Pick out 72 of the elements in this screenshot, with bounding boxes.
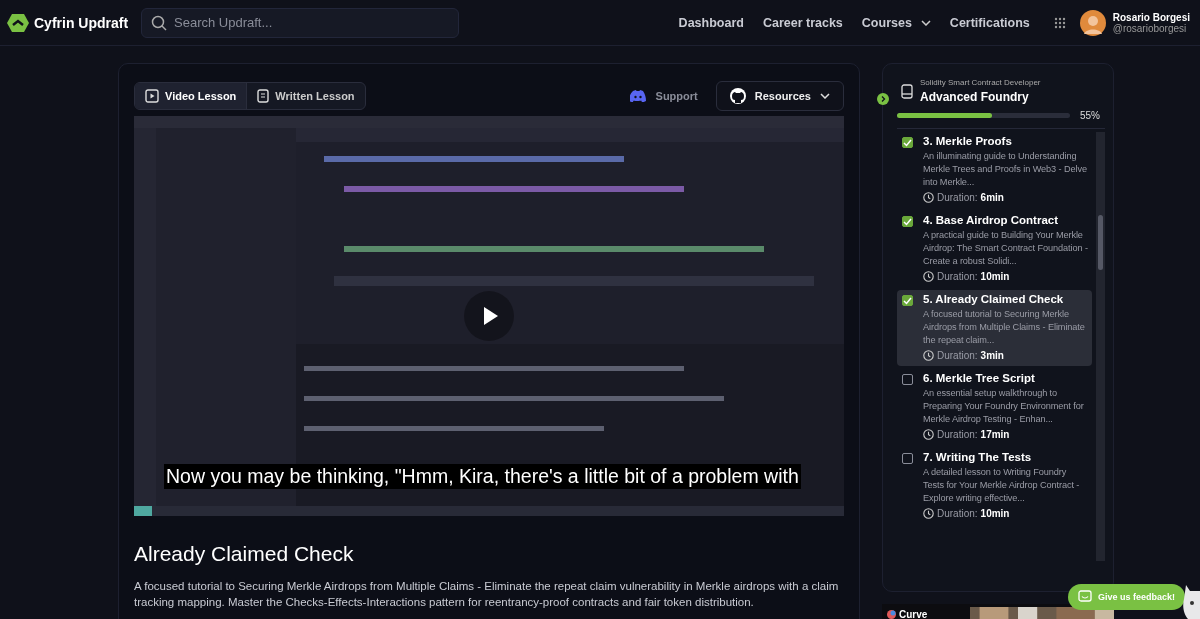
lesson-item[interactable]: 4. Base Airdrop Contract A practical guide to Building Your Merkle Airdrop: The Smart Contract Foundation - Create a robust Solidi... Duration: 10min bbox=[897, 211, 1092, 287]
checkbox[interactable] bbox=[902, 216, 913, 227]
duration-value: 10min bbox=[980, 508, 1010, 519]
resources-button[interactable]: Resources bbox=[715, 81, 844, 111]
support-link[interactable]: Support bbox=[629, 90, 698, 102]
course-track: Solidity Smart Contract Developer bbox=[920, 78, 1041, 87]
clock-icon bbox=[923, 429, 934, 440]
brand-name[interactable]: Cyfrin Updraft bbox=[34, 14, 129, 31]
lesson-item-title: 5. Already Claimed Check bbox=[923, 293, 1065, 305]
apps-grid-icon[interactable] bbox=[1053, 16, 1066, 29]
duration-value: 3min bbox=[980, 350, 1004, 361]
lesson-item[interactable]: 3. Merkle Proofs An illuminating guide to Understanding Merkle Trees and Proofs in Web3 - Delve into Merkle... Duration: 6min bbox=[897, 132, 1092, 208]
search-icon bbox=[151, 14, 167, 31]
avatar[interactable] bbox=[1079, 9, 1106, 36]
lesson-item-summary: A focused tutorial to Securing Merkle Airdrops from Multiple Claims - Eliminate the repeat claim... bbox=[923, 308, 1086, 347]
lesson-item-summary: A detailed lesson to Writing Foundry Tests for Your Merkle Airdrop Contract - Explore writing effective... bbox=[923, 466, 1081, 505]
lesson-item[interactable]: 5. Already Claimed Check A focused tutorial to Securing Merkle Airdrops from Multiple Claims - Eliminate the repeat claim... Duration: 3min bbox=[897, 290, 1092, 366]
lesson-item-title: 3. Merkle Proofs bbox=[923, 135, 1013, 147]
lesson-tab[interactable]: Video Lesson bbox=[135, 83, 247, 109]
github-icon bbox=[729, 88, 746, 104]
curve-logo-icon bbox=[887, 609, 896, 619]
lesson-item-summary: An essential setup walkthrough to Preparing Your Foundry Environment for Merkle Airdrop Testing - Enhan... bbox=[923, 387, 1085, 426]
lesson-title: Already Claimed Check bbox=[134, 542, 355, 566]
clock-icon bbox=[923, 508, 934, 519]
lesson-item[interactable]: 6. Merkle Tree Script An essential setup walkthrough to Preparing Your Foundry Environment for Merkle Airdrop Testing - Enhan... Duration: 17min bbox=[897, 369, 1092, 445]
logo-icon bbox=[7, 12, 29, 33]
clock-icon bbox=[923, 350, 934, 361]
checkbox[interactable] bbox=[902, 295, 913, 306]
play-icon bbox=[145, 89, 159, 103]
lesson-tab[interactable]: Written Lesson bbox=[246, 83, 365, 109]
progress-percent: 55% bbox=[1080, 110, 1100, 121]
lesson-item[interactable]: 7. Writing The Tests A detailed lesson to Writing Foundry Tests for Your Merkle Airdrop Contract - Explore writing effective... Duration: 10min bbox=[897, 448, 1092, 524]
duration-label: Duration: bbox=[937, 350, 978, 361]
expand-icon[interactable] bbox=[877, 93, 889, 105]
book-icon bbox=[901, 83, 913, 99]
lesson-item-summary: A practical guide to Building Your Merkle Airdrop: The Smart Contract Foundation - Create a robust Solidi... bbox=[923, 229, 1088, 268]
discord-icon bbox=[629, 90, 646, 102]
ad-banner[interactable]: Curve bbox=[882, 604, 1114, 619]
lesson-item-title: 7. Writing The Tests bbox=[923, 451, 1033, 463]
chevron-down-icon bbox=[920, 19, 931, 26]
duration-label: Duration: bbox=[937, 508, 978, 519]
nav-link[interactable]: Dashboard bbox=[678, 15, 744, 30]
checkbox[interactable] bbox=[902, 374, 913, 385]
user-name: Rosario Borgesi bbox=[1112, 11, 1190, 23]
checkbox[interactable] bbox=[902, 137, 913, 148]
document-icon bbox=[257, 89, 270, 103]
chat-smile-icon bbox=[1078, 590, 1092, 604]
lesson-item-summary: An illuminating guide to Understanding Merkle Trees and Proofs in Web3 - Delve into Merkle... bbox=[923, 150, 1088, 189]
clock-icon bbox=[923, 192, 934, 203]
lesson-description: A focused tutorial to Securing Merkle Airdrops from Multiple Claims - Eliminate the repeat claim vulnerability in Merkle airdrops with a claim tracking mapping. Master the Checks-Effects-Interactions pattern for reentrancy-proof contracts and fair token distribution. bbox=[134, 579, 840, 610]
nav-link[interactable]: Certifications bbox=[949, 15, 1030, 30]
lesson-item-title: 4. Base Airdrop Contract bbox=[923, 214, 1060, 226]
video-caption: Now you may be thinking, "Hmm, Kira, there's a little bit of a problem with bbox=[164, 464, 801, 489]
play-icon[interactable] bbox=[464, 291, 514, 341]
search-field[interactable]: Search Updraft... bbox=[141, 7, 459, 38]
checkbox[interactable] bbox=[902, 453, 913, 464]
lesson-item-title: 6. Merkle Tree Script bbox=[923, 372, 1036, 384]
duration-value: 10min bbox=[980, 271, 1010, 282]
mascot-icon[interactable] bbox=[1182, 585, 1200, 619]
duration-value: 17min bbox=[980, 429, 1010, 440]
clock-icon bbox=[923, 271, 934, 282]
nav-link[interactable]: Career tracks bbox=[762, 15, 843, 30]
user-handle: @rosarioborgesi bbox=[1112, 22, 1187, 34]
duration-label: Duration: bbox=[937, 192, 978, 203]
duration-label: Duration: bbox=[937, 271, 978, 282]
course-title: Advanced Foundry bbox=[920, 90, 1030, 104]
duration-value: 6min bbox=[980, 192, 1004, 203]
nav-dropdown[interactable]: Courses bbox=[861, 15, 931, 30]
scrollbar[interactable] bbox=[1096, 132, 1105, 561]
chevron-down-icon bbox=[820, 93, 830, 99]
ad-brand: Curve bbox=[899, 608, 929, 619]
duration-label: Duration: bbox=[937, 429, 978, 440]
